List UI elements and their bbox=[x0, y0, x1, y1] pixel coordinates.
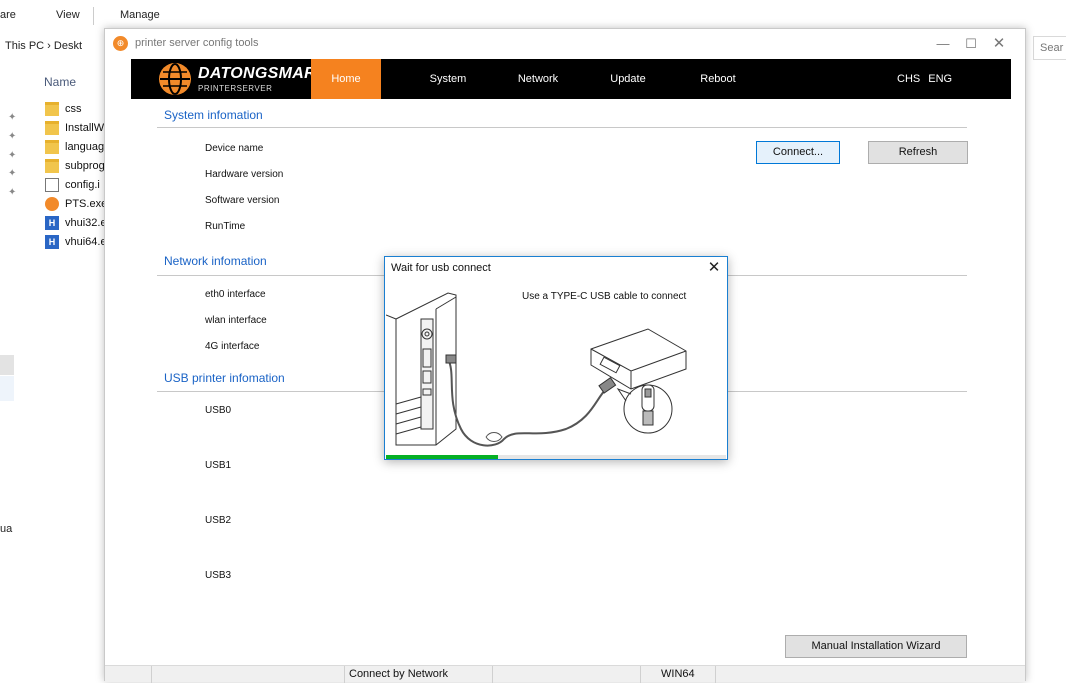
field-label: Hardware version bbox=[205, 169, 284, 180]
brand-name: DATONGSMART bbox=[198, 65, 326, 82]
file-name: config.i bbox=[65, 179, 100, 191]
file-name: languag bbox=[65, 141, 105, 153]
usb-port-label: USB1 bbox=[205, 460, 232, 471]
section-title-network: Network infomation bbox=[164, 254, 267, 268]
file-name: InstallW bbox=[65, 122, 105, 134]
minimize-icon[interactable]: — bbox=[931, 34, 955, 54]
status-cell bbox=[715, 666, 1025, 683]
section-title-system: System infomation bbox=[164, 108, 263, 122]
usb-port-label: USB2 bbox=[205, 515, 232, 526]
refresh-button[interactable]: Refresh bbox=[868, 141, 968, 164]
folder-icon bbox=[45, 159, 59, 173]
globe-logo-icon bbox=[159, 63, 191, 95]
tab-system[interactable]: System bbox=[413, 59, 483, 99]
lang-eng[interactable]: ENG bbox=[928, 73, 952, 85]
usb-connect-illustration-icon bbox=[386, 292, 687, 447]
close-icon[interactable]: ✕ bbox=[987, 34, 1011, 54]
progress-fill bbox=[386, 455, 499, 459]
lang-chs[interactable]: CHS bbox=[897, 73, 920, 85]
usb-wait-progress-bar bbox=[386, 455, 726, 459]
folder-icon bbox=[45, 102, 59, 116]
section-divider bbox=[157, 127, 967, 128]
tab-network[interactable]: Network bbox=[503, 59, 573, 99]
field-label: RunTime bbox=[205, 221, 246, 232]
dialog-title: Wait for usb connect bbox=[391, 262, 491, 274]
ribbon-tab-share[interactable]: are bbox=[0, 9, 16, 21]
pts-app-icon bbox=[45, 197, 59, 211]
title-bar[interactable]: ⊕ printer server config tools — ☐ ✕ bbox=[105, 29, 1025, 59]
status-cell bbox=[151, 666, 344, 683]
pin-icon[interactable]: ✦ bbox=[8, 168, 16, 179]
folder-icon bbox=[45, 121, 59, 135]
file-name: PTS.exe bbox=[65, 198, 108, 210]
file-name: vhui32.e bbox=[65, 217, 107, 229]
window-title: printer server config tools bbox=[135, 37, 259, 49]
language-switch: CHS ENG bbox=[897, 59, 960, 99]
config-file-icon bbox=[45, 178, 59, 192]
field-label: Device name bbox=[205, 143, 264, 154]
app-logo-icon: ⊕ bbox=[113, 36, 128, 51]
pin-icon[interactable]: ✦ bbox=[8, 187, 16, 198]
vhui-icon: H bbox=[45, 216, 59, 230]
file-name: css bbox=[65, 103, 82, 115]
pin-icon[interactable]: ✦ bbox=[8, 112, 16, 123]
maximize-icon[interactable]: ☐ bbox=[959, 34, 983, 54]
status-bar: Connect by Network WIN64 bbox=[105, 665, 1025, 683]
nav-pane-hover[interactable] bbox=[0, 376, 14, 401]
tab-reboot[interactable]: Reboot bbox=[683, 59, 753, 99]
field-label: wlan interface bbox=[205, 315, 267, 326]
pin-icon[interactable]: ✦ bbox=[8, 131, 16, 142]
ribbon-divider bbox=[93, 7, 94, 25]
top-nav-bar: DATONGSMART PRINTERSERVER Home System Ne… bbox=[131, 59, 1011, 99]
brand-subtitle: PRINTERSERVER bbox=[198, 84, 273, 93]
nav-pane-item[interactable]: ua bbox=[0, 523, 12, 535]
dialog-close-icon[interactable]: ✕ bbox=[703, 258, 725, 278]
folder-icon bbox=[45, 140, 59, 154]
field-label: 4G interface bbox=[205, 341, 260, 352]
wait-usb-dialog: Wait for usb connect ✕ Use a TYPE-C USB … bbox=[384, 256, 728, 460]
manual-installation-wizard-button[interactable]: Manual Installation Wizard bbox=[785, 635, 967, 658]
explorer-search-input[interactable]: Sear bbox=[1033, 36, 1066, 60]
usb-port-label: USB3 bbox=[205, 570, 232, 581]
field-label: eth0 interface bbox=[205, 289, 266, 300]
column-header-name[interactable]: Name bbox=[44, 75, 76, 89]
usb-port-label: USB0 bbox=[205, 405, 232, 416]
section-title-usb: USB printer infomation bbox=[164, 371, 285, 385]
file-name: vhui64.e bbox=[65, 236, 107, 248]
explorer-address-bar[interactable]: This PC › Deskt bbox=[0, 36, 110, 58]
explorer-ribbon: are View Manage bbox=[0, 0, 1066, 30]
status-platform: WIN64 bbox=[640, 666, 715, 683]
file-name: subprog bbox=[65, 160, 105, 172]
field-label: Software version bbox=[205, 195, 280, 206]
tab-update[interactable]: Update bbox=[593, 59, 663, 99]
nav-pane-selection[interactable] bbox=[0, 355, 14, 375]
status-connect-mode: Connect by Network bbox=[344, 666, 492, 683]
ribbon-tab-view[interactable]: View bbox=[56, 9, 80, 21]
status-cell bbox=[492, 666, 640, 683]
tab-home[interactable]: Home bbox=[311, 59, 381, 99]
vhui-icon: H bbox=[45, 235, 59, 249]
ribbon-tab-manage[interactable]: Manage bbox=[120, 9, 160, 21]
connect-button[interactable]: Connect... bbox=[756, 141, 840, 164]
pin-icon[interactable]: ✦ bbox=[8, 150, 16, 161]
